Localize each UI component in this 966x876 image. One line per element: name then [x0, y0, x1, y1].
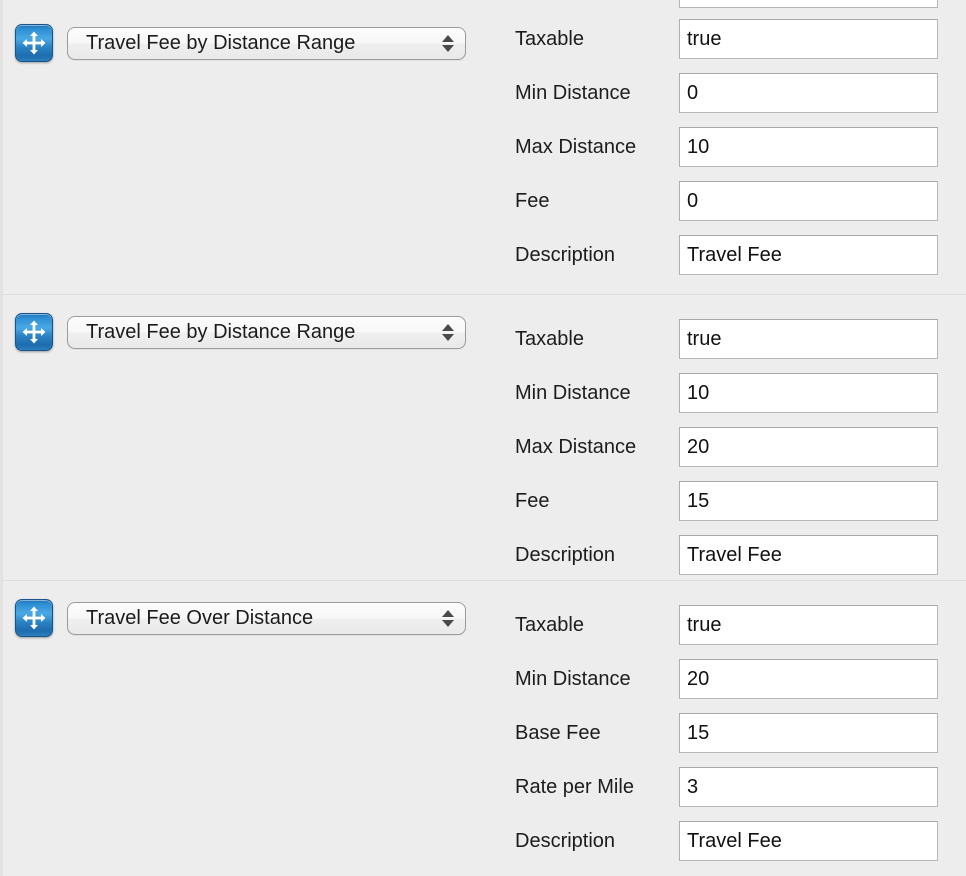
field-row: Taxable true — [512, 605, 966, 659]
field-input-rate-per-mile[interactable]: 3 — [679, 767, 938, 807]
drag-handle[interactable] — [15, 599, 53, 637]
field-input-description[interactable]: Travel Fee — [679, 535, 938, 575]
fee-rule-fields: Taxable true Min Distance 10 Max Distanc… — [512, 319, 966, 589]
field-row: Min Distance 0 — [512, 73, 966, 127]
field-label: Min Distance — [515, 382, 631, 404]
field-input-taxable[interactable]: true — [679, 605, 938, 645]
stepper-arrows-icon — [431, 610, 465, 627]
fee-rule-fields: Taxable true Min Distance 20 Base Fee 15… — [512, 605, 966, 875]
fee-type-select-value: Travel Fee by Distance Range — [86, 321, 356, 343]
field-label: Min Distance — [515, 82, 631, 104]
fee-type-select[interactable]: Travel Fee by Distance Range — [67, 27, 466, 60]
field-row: Taxable true — [512, 319, 966, 373]
field-row: Base Fee 15 — [512, 713, 966, 767]
field-row: Min Distance 10 — [512, 373, 966, 427]
fee-rule-group: Travel Fee by Distance Range Taxable tru… — [3, 6, 966, 294]
fee-type-select[interactable]: Travel Fee by Distance Range — [67, 316, 466, 349]
field-input-description[interactable]: Travel Fee — [679, 821, 938, 861]
field-label: Description — [515, 544, 616, 566]
field-input-taxable[interactable]: true — [679, 319, 938, 359]
fee-rules-panel: Travel Fee by Distance Range Taxable tru… — [0, 0, 966, 876]
field-input-min-distance[interactable]: 10 — [679, 373, 938, 413]
fee-rule-group: Travel Fee by Distance Range Taxable tru… — [3, 294, 966, 580]
fee-type-select[interactable]: Travel Fee Over Distance — [67, 602, 466, 635]
field-label: Fee — [515, 190, 550, 212]
fee-rule-group-left: Travel Fee Over Distance — [3, 581, 503, 876]
field-label: Description — [515, 830, 616, 852]
field-row: Taxable true — [512, 19, 966, 73]
field-input-fee[interactable]: 15 — [679, 481, 938, 521]
field-row: Fee 0 — [512, 181, 966, 235]
field-input-min-distance[interactable]: 20 — [679, 659, 938, 699]
field-label: Max Distance — [515, 436, 637, 458]
field-label: Taxable — [515, 614, 584, 636]
field-label: Fee — [515, 490, 550, 512]
field-label: Rate per Mile — [515, 776, 634, 798]
fee-type-select-value: Travel Fee Over Distance — [86, 607, 314, 629]
field-input-fee[interactable]: 0 — [679, 181, 938, 221]
field-label: Taxable — [515, 28, 584, 50]
fee-rule-group-left: Travel Fee by Distance Range — [3, 295, 503, 580]
drag-handle[interactable] — [15, 24, 53, 62]
field-input-base-fee[interactable]: 15 — [679, 713, 938, 753]
field-input-description[interactable]: Travel Fee — [679, 235, 938, 275]
field-label: Description — [515, 244, 616, 266]
field-row: Min Distance 20 — [512, 659, 966, 713]
field-row: Rate per Mile 3 — [512, 767, 966, 821]
fee-rule-group: Travel Fee Over Distance Taxable true Mi… — [3, 580, 966, 876]
field-label: Max Distance — [515, 136, 637, 158]
field-row: Max Distance 10 — [512, 127, 966, 181]
fee-rule-fields: Taxable true Min Distance 0 Max Distance… — [512, 19, 966, 289]
field-label: Min Distance — [515, 668, 631, 690]
field-row: Description Travel Fee — [512, 235, 966, 289]
stepper-arrows-icon — [431, 35, 465, 52]
field-input-max-distance[interactable]: 10 — [679, 127, 938, 167]
stepper-arrows-icon — [431, 324, 465, 341]
field-row: Description Travel Fee — [512, 821, 966, 875]
fee-rule-group-left: Travel Fee by Distance Range — [3, 6, 503, 294]
fee-type-select-value: Travel Fee by Distance Range — [86, 32, 356, 54]
field-row: Fee 15 — [512, 481, 966, 535]
drag-handle[interactable] — [15, 313, 53, 351]
field-input-min-distance[interactable]: 0 — [679, 73, 938, 113]
field-label: Taxable — [515, 328, 584, 350]
field-input-max-distance[interactable]: 20 — [679, 427, 938, 467]
field-row: Max Distance 20 — [512, 427, 966, 481]
field-input-taxable[interactable]: true — [679, 19, 938, 59]
field-label: Base Fee — [515, 722, 601, 744]
